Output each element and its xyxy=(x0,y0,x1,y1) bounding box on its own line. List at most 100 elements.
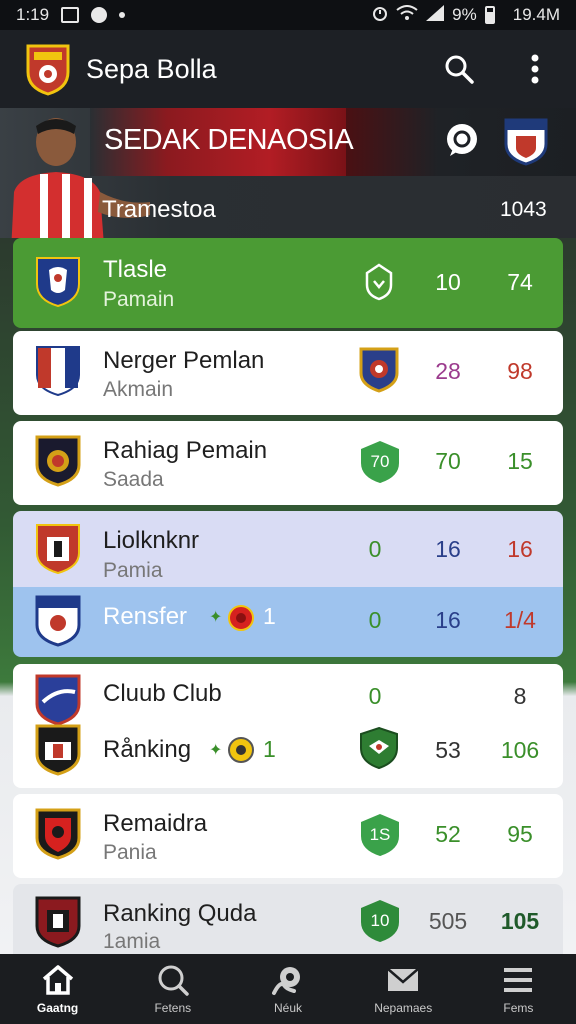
club-crest-icon xyxy=(359,347,399,393)
row-name: Liolknknr xyxy=(103,527,200,554)
status-time: 1:19 xyxy=(16,5,50,24)
nav-item-search[interactable]: Fetens xyxy=(115,954,230,1024)
row-extra: 1 xyxy=(263,736,276,762)
row-stat-1: 52 xyxy=(435,821,461,847)
row-stat-1: 16 xyxy=(435,607,461,633)
row-extra: 1 xyxy=(263,603,276,629)
row-stat-2: 16 xyxy=(507,536,533,562)
hero-count: 1043 xyxy=(500,198,547,221)
menu-icon xyxy=(504,968,533,992)
more-options-button[interactable] xyxy=(518,52,552,86)
chat-icon[interactable] xyxy=(444,122,480,158)
ball-icon xyxy=(272,967,300,995)
club-badge-icon xyxy=(35,808,81,860)
club-badge-icon xyxy=(36,524,80,575)
row-name: Tlasle xyxy=(103,256,168,283)
club-badge-icon xyxy=(35,896,81,948)
row-stat-2: 106 xyxy=(500,737,540,763)
club-badge-icon xyxy=(35,674,81,726)
row-name: Remaidra xyxy=(103,810,208,837)
club-badge-icon xyxy=(36,257,80,308)
app-title: Sepa Bolla xyxy=(86,53,217,84)
home-icon xyxy=(42,965,73,995)
row-name: Rånking xyxy=(103,736,192,763)
list-item-group[interactable]: Cluub Club 0 8 Rånking ✦ 1 53 106 xyxy=(13,664,563,788)
list-item[interactable]: Remaidra Pania 1S 52 95 xyxy=(13,794,563,878)
row-subtitle: Pamia xyxy=(103,559,163,582)
club-badge-icon xyxy=(36,346,80,397)
hero-title: SEDAK DENAOSIA xyxy=(104,124,354,156)
mail-icon xyxy=(387,968,420,991)
list-item[interactable]: Tlasle Pamain 10 74 xyxy=(13,238,563,328)
notification-dot-icon xyxy=(119,12,126,18)
list-item[interactable]: Ranking Quda 1amia 10 505 105 xyxy=(13,884,563,954)
rating-shield: 1S xyxy=(359,812,401,858)
shield-outline-icon xyxy=(365,263,393,301)
row-name: Ranking Quda xyxy=(103,900,257,927)
status-bar: 1:19 9% 19.4M xyxy=(0,0,576,30)
bottom-navigation: Gaatng Fetens Néuk Nepamaes Fems xyxy=(0,954,576,1024)
row-stat-1: 70 xyxy=(435,448,461,474)
club-logo-icon[interactable] xyxy=(24,42,72,96)
row-stat-2: 1/4 xyxy=(504,607,536,633)
search-icon xyxy=(158,965,189,996)
messenger-icon xyxy=(91,7,108,23)
nav-label: Fems xyxy=(503,1001,534,1015)
search-icon xyxy=(445,55,474,84)
hero-subtitle: Tramestoa xyxy=(102,196,216,223)
wifi-icon xyxy=(396,4,418,26)
rating-shield: 10 xyxy=(359,898,401,944)
row-name: Cluub Club xyxy=(103,680,222,707)
row-subtitle: Akmain xyxy=(103,378,174,401)
row-stat-1: 28 xyxy=(435,358,461,384)
row-stat-1: 505 xyxy=(428,908,468,934)
nav-item-messages[interactable]: Nepamaes xyxy=(346,954,461,1024)
nav-label: Nepamaes xyxy=(374,1001,433,1015)
row-stat-0: 0 xyxy=(368,683,382,709)
alarm-icon xyxy=(372,4,388,27)
shield-value: 70 xyxy=(370,452,390,471)
nav-label: Néuk xyxy=(274,1001,303,1015)
shield-value: 1S xyxy=(369,825,391,844)
list-item[interactable]: Liolknknr Pamia 0 16 16 xyxy=(13,511,563,587)
battery-icon xyxy=(484,6,495,24)
nav-item-match[interactable]: Néuk xyxy=(230,954,345,1024)
signal-icon xyxy=(426,4,445,26)
row-stat-2: 98 xyxy=(507,358,533,384)
row-stat-2: 15 xyxy=(507,448,533,474)
row-name: Rensfer xyxy=(103,603,188,630)
shield-value: 10 xyxy=(370,911,390,930)
row-name: Rahiag Pemain xyxy=(103,437,268,464)
gallery-icon xyxy=(61,7,80,23)
battery-percent: 9% xyxy=(452,5,477,24)
ball-icon xyxy=(228,737,254,763)
row-stat-2: 8 xyxy=(513,683,527,709)
row-stat-1: 10 xyxy=(435,269,461,295)
row-stat-2: 74 xyxy=(507,269,533,295)
list-item[interactable]: Nerger Pemlan Akmain 28 98 xyxy=(13,331,563,415)
club-badge-icon xyxy=(35,595,81,647)
row-stat-0: 0 xyxy=(368,536,382,562)
nav-item-home[interactable]: Gaatng xyxy=(0,954,115,1024)
ball-icon xyxy=(228,605,254,631)
row-subtitle: Pania xyxy=(103,841,157,864)
status-clock: 19.4M xyxy=(512,5,560,24)
row-stat-2: 105 xyxy=(500,908,540,934)
row-name: Nerger Pemlan xyxy=(103,347,265,374)
club-crest-icon[interactable] xyxy=(504,118,548,166)
search-button[interactable] xyxy=(442,52,476,86)
row-subtitle: Pamain xyxy=(103,288,175,311)
list-item[interactable]: Rahiag Pemain Saada 70 70 15 xyxy=(13,421,563,505)
row-stat-1: 16 xyxy=(435,536,461,562)
row-subtitle: 1amia xyxy=(103,930,161,953)
row-stat-2: 95 xyxy=(507,821,533,847)
row-subtitle: Saada xyxy=(103,468,164,491)
nav-label: Gaatng xyxy=(36,1001,79,1015)
club-badge-icon xyxy=(35,435,81,487)
more-vertical-icon xyxy=(531,54,539,84)
nav-item-menu[interactable]: Fems xyxy=(461,954,576,1024)
club-crest-icon xyxy=(360,726,398,770)
row-stat-0: 0 xyxy=(368,607,382,633)
star-icon: ✦ xyxy=(209,742,223,759)
list-item[interactable]: Rensfer ✦ 1 0 16 1/4 xyxy=(13,587,563,657)
